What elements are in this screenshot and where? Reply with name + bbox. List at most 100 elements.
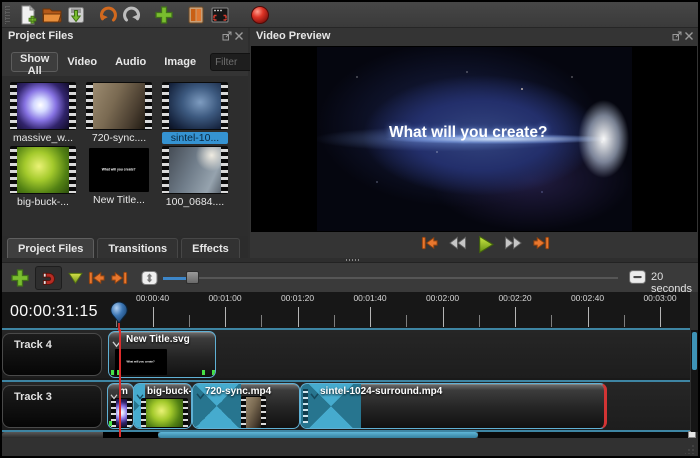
- filter-input[interactable]: [210, 53, 255, 71]
- new-project-button[interactable]: [16, 3, 40, 27]
- video-thumbnail: [17, 83, 69, 129]
- video-frame: What will you create?: [317, 47, 632, 231]
- add-media-button[interactable]: [152, 3, 176, 27]
- file-label: 720-sync....: [86, 132, 152, 144]
- dock-tabs: Project Files Transitions Effects: [2, 236, 248, 258]
- rewind-button[interactable]: [448, 235, 467, 253]
- status-bar: [2, 438, 698, 456]
- track-border: [2, 328, 690, 330]
- timeline-ruler[interactable]: 00:00:31:15 00:00:4000:01:0000:01:2000:0…: [2, 292, 690, 330]
- ruler-tick-major: [660, 307, 661, 327]
- vertical-scrollbar-track[interactable]: [691, 330, 698, 432]
- video-thumbnail: [169, 83, 221, 129]
- clip-menu-chevron-icon[interactable]: [110, 387, 118, 405]
- horizontal-scrollbar-thumb[interactable]: [158, 432, 478, 438]
- transport-controls: [420, 233, 551, 255]
- file-item-massive[interactable]: massive_w...: [10, 82, 76, 144]
- add-marker-button[interactable]: [68, 272, 83, 287]
- playhead-marker[interactable]: [109, 301, 129, 331]
- rewind-icon: [448, 236, 467, 250]
- filter-video-button[interactable]: Video: [58, 52, 106, 72]
- play-button[interactable]: [476, 235, 495, 253]
- tab-project-files[interactable]: Project Files: [7, 238, 94, 258]
- tab-transitions[interactable]: Transitions: [97, 238, 178, 258]
- choose-profile-button[interactable]: [184, 3, 208, 27]
- float-panel-icon[interactable]: [672, 31, 682, 41]
- ruler-tick-minor: [261, 315, 262, 327]
- undo-button[interactable]: [96, 3, 120, 27]
- clip-big-buck[interactable]: big-buck-: [133, 383, 192, 429]
- jump-start-button[interactable]: [420, 235, 439, 253]
- redo-button[interactable]: [120, 3, 144, 27]
- title-thumbnail: What will you create?: [89, 148, 149, 192]
- clip-new-title[interactable]: New Title.svg What will you create?: [108, 331, 216, 378]
- file-label: massive_w...: [10, 132, 76, 144]
- video-preview-panel: Video Preview What will you create?: [250, 28, 698, 258]
- ruler-tick-major: [153, 307, 154, 327]
- toolbar-drag-handle[interactable]: [5, 6, 10, 24]
- splitter-handle-dots: [346, 259, 360, 261]
- next-marker-button[interactable]: [110, 270, 129, 289]
- fullscreen-button[interactable]: [208, 3, 232, 27]
- ruler-tick-minor: [406, 315, 407, 327]
- new-project-icon: [18, 5, 38, 25]
- ruler-tick-minor: [551, 315, 552, 327]
- close-panel-icon[interactable]: [234, 31, 244, 41]
- jump-end-button[interactable]: [532, 235, 551, 253]
- clip-menu-chevron-icon[interactable]: [136, 387, 144, 405]
- clip-720-sync[interactable]: 720-sync.mp4: [192, 383, 300, 429]
- scrollbar-corner: [688, 431, 696, 438]
- file-label: New Title...: [86, 194, 152, 206]
- file-item-100-0684[interactable]: 100_0684....: [162, 146, 228, 208]
- file-item-sintel[interactable]: sintel-10...: [162, 82, 228, 144]
- zoom-slider-track[interactable]: [163, 277, 618, 279]
- tab-effects[interactable]: Effects: [181, 238, 240, 258]
- redo-icon: [122, 5, 142, 25]
- ruler-label: 00:03:00: [643, 293, 676, 303]
- snap-toggle-button[interactable]: [35, 266, 62, 290]
- track-row-4: [2, 330, 690, 378]
- window-resize-grip[interactable]: [685, 444, 695, 454]
- track-4-header[interactable]: Track 4: [2, 333, 102, 376]
- video-preview-area[interactable]: What will you create?: [251, 46, 697, 232]
- zoom-scale-icon[interactable]: [629, 270, 646, 284]
- ruler-label: 00:00:40: [136, 293, 169, 303]
- clip-label: sintel-1024-surround.mp4: [320, 386, 442, 397]
- zoom-slider-handle[interactable]: [186, 271, 199, 284]
- horizontal-scrollbar-track[interactable]: [478, 432, 688, 438]
- track-3-header[interactable]: Track 3: [2, 385, 102, 428]
- clip-thumbnail: [146, 399, 183, 427]
- project-files-panel: Project Files Show All Video Audio Image…: [2, 28, 248, 236]
- ruler-tick-major: [515, 307, 516, 327]
- close-panel-icon[interactable]: [684, 31, 694, 41]
- file-item-new-title[interactable]: What will you create? New Title...: [86, 146, 152, 206]
- filter-audio-button[interactable]: Audio: [106, 52, 155, 72]
- filter-image-button[interactable]: Image: [155, 52, 205, 72]
- open-project-button[interactable]: [40, 3, 64, 27]
- file-item-720sync[interactable]: 720-sync....: [86, 82, 152, 144]
- previous-marker-button[interactable]: [87, 270, 106, 289]
- float-panel-icon[interactable]: [222, 31, 232, 41]
- video-preview-panel-title: Video Preview: [256, 30, 330, 42]
- vertical-scrollbar-thumb[interactable]: [692, 332, 697, 370]
- ruler-tick-minor: [479, 315, 480, 327]
- file-item-bigbuck[interactable]: big-buck-...: [10, 146, 76, 208]
- clip-menu-chevron-icon[interactable]: [196, 387, 205, 405]
- export-video-button[interactable]: [248, 3, 272, 27]
- filter-show-all-button[interactable]: Show All: [11, 52, 58, 72]
- clip-menu-chevron-icon[interactable]: [310, 387, 319, 405]
- clip-fade-marker: [212, 370, 215, 375]
- clip-fade-marker: [109, 421, 112, 426]
- ruler-label: 00:01:40: [353, 293, 386, 303]
- save-project-button[interactable]: [64, 3, 88, 27]
- jump-start-icon: [420, 235, 439, 251]
- clip-label: big-buck-: [147, 386, 192, 397]
- ruler-tick-major: [588, 307, 589, 327]
- track-border: [2, 380, 690, 382]
- fast-forward-button[interactable]: [504, 235, 523, 253]
- center-playhead-button[interactable]: [141, 271, 158, 288]
- ruler-tick-minor: [624, 315, 625, 327]
- clip-sintel[interactable]: sintel-1024-surround.mp4: [300, 383, 607, 429]
- video-thumbnail: [93, 83, 145, 129]
- add-track-button[interactable]: [10, 268, 30, 291]
